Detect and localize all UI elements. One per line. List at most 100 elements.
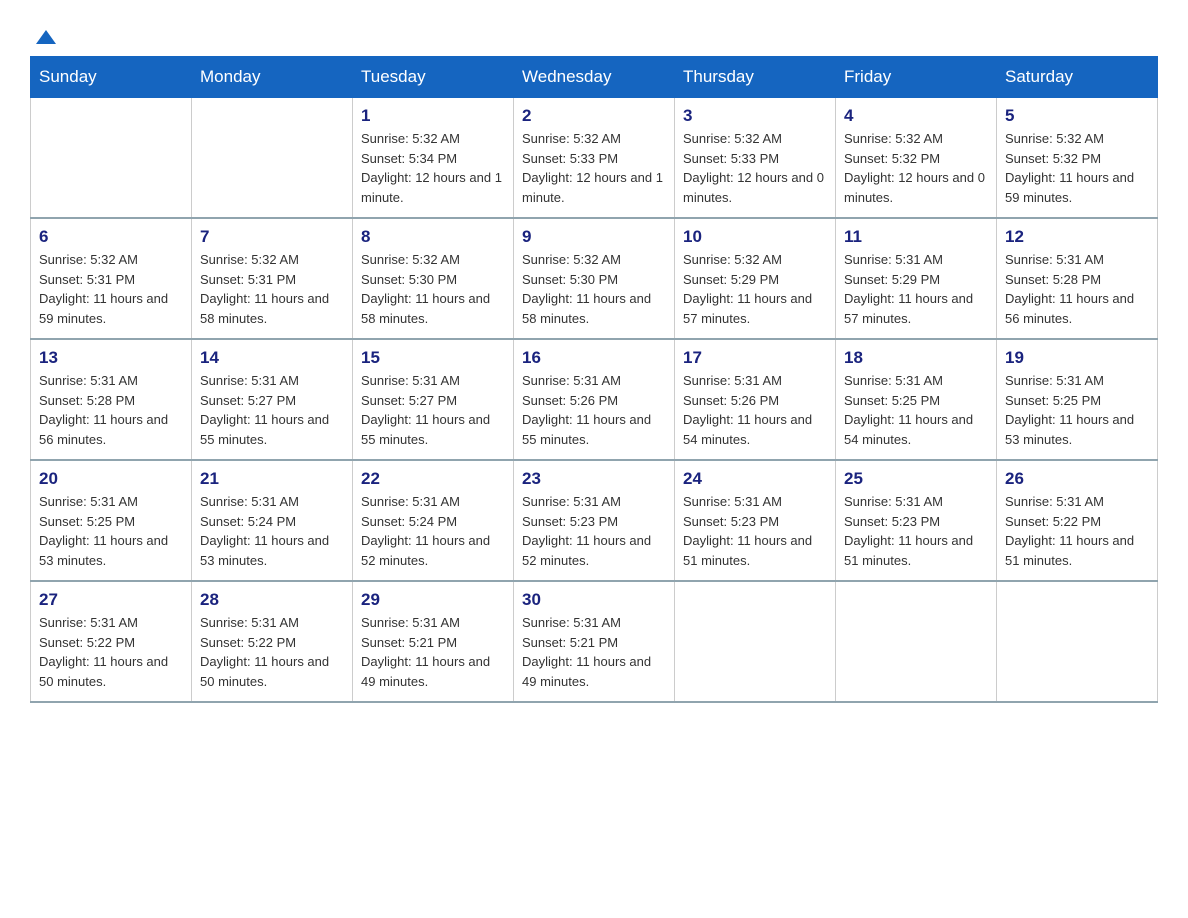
calendar-cell: 21 Sunrise: 5:31 AMSunset: 5:24 PMDayligh… <box>192 460 353 581</box>
cell-sun-info: Sunrise: 5:31 AMSunset: 5:22 PMDaylight:… <box>39 613 183 691</box>
cell-sun-info: Sunrise: 5:32 AMSunset: 5:30 PMDaylight:… <box>361 250 505 328</box>
calendar-header: SundayMondayTuesdayWednesdayThursdayFrid… <box>31 57 1158 98</box>
cell-sun-info: Sunrise: 5:32 AMSunset: 5:32 PMDaylight:… <box>1005 129 1149 207</box>
cell-sun-info: Sunrise: 5:31 AMSunset: 5:23 PMDaylight:… <box>683 492 827 570</box>
cell-day-number: 10 <box>683 227 827 247</box>
calendar-cell: 5 Sunrise: 5:32 AMSunset: 5:32 PMDaylight… <box>997 98 1158 219</box>
cell-sun-info: Sunrise: 5:31 AMSunset: 5:21 PMDaylight:… <box>361 613 505 691</box>
calendar-cell: 8Sunrise: 5:32 AMSunset: 5:30 PMDaylight… <box>353 218 514 339</box>
calendar-cell: 30 Sunrise: 5:31 AMSunset: 5:21 PMDayligh… <box>514 581 675 702</box>
cell-day-number: 27 <box>39 590 183 610</box>
calendar-cell: 15 Sunrise: 5:31 AMSunset: 5:27 PMDayligh… <box>353 339 514 460</box>
cell-day-number: 20 <box>39 469 183 489</box>
calendar-week-4: 20 Sunrise: 5:31 AMSunset: 5:25 PMDayligh… <box>31 460 1158 581</box>
calendar-cell: 3 Sunrise: 5:32 AMSunset: 5:33 PMDaylight… <box>675 98 836 219</box>
calendar-cell: 11Sunrise: 5:31 AMSunset: 5:29 PMDayligh… <box>836 218 997 339</box>
calendar-cell <box>997 581 1158 702</box>
cell-day-number: 29 <box>361 590 505 610</box>
calendar-cell: 20 Sunrise: 5:31 AMSunset: 5:25 PMDayligh… <box>31 460 192 581</box>
cell-sun-info: Sunrise: 5:31 AMSunset: 5:28 PMDaylight:… <box>1005 250 1149 328</box>
cell-sun-info: Sunrise: 5:31 AMSunset: 5:25 PMDaylight:… <box>39 492 183 570</box>
logo <box>30 20 60 46</box>
cell-sun-info: Sunrise: 5:31 AMSunset: 5:22 PMDaylight:… <box>200 613 344 691</box>
cell-sun-info: Sunrise: 5:32 AMSunset: 5:30 PMDaylight:… <box>522 250 666 328</box>
cell-day-number: 5 <box>1005 106 1149 126</box>
calendar-cell: 24 Sunrise: 5:31 AMSunset: 5:23 PMDayligh… <box>675 460 836 581</box>
calendar-cell: 4Sunrise: 5:32 AMSunset: 5:32 PMDaylight… <box>836 98 997 219</box>
cell-day-number: 30 <box>522 590 666 610</box>
cell-sun-info: Sunrise: 5:32 AMSunset: 5:29 PMDaylight:… <box>683 250 827 328</box>
weekday-header-thursday: Thursday <box>675 57 836 98</box>
calendar-week-1: 1Sunrise: 5:32 AMSunset: 5:34 PMDaylight… <box>31 98 1158 219</box>
cell-day-number: 19 <box>1005 348 1149 368</box>
cell-day-number: 16 <box>522 348 666 368</box>
calendar-cell: 18 Sunrise: 5:31 AMSunset: 5:25 PMDayligh… <box>836 339 997 460</box>
cell-sun-info: Sunrise: 5:31 AMSunset: 5:25 PMDaylight:… <box>1005 371 1149 449</box>
cell-day-number: 18 <box>844 348 988 368</box>
cell-day-number: 3 <box>683 106 827 126</box>
cell-day-number: 15 <box>361 348 505 368</box>
cell-day-number: 21 <box>200 469 344 489</box>
cell-sun-info: Sunrise: 5:31 AMSunset: 5:27 PMDaylight:… <box>200 371 344 449</box>
cell-day-number: 28 <box>200 590 344 610</box>
cell-day-number: 14 <box>200 348 344 368</box>
weekday-header-wednesday: Wednesday <box>514 57 675 98</box>
cell-day-number: 23 <box>522 469 666 489</box>
calendar-cell: 27 Sunrise: 5:31 AMSunset: 5:22 PMDayligh… <box>31 581 192 702</box>
calendar-cell: 13 Sunrise: 5:31 AMSunset: 5:28 PMDayligh… <box>31 339 192 460</box>
calendar-cell: 19 Sunrise: 5:31 AMSunset: 5:25 PMDayligh… <box>997 339 1158 460</box>
calendar-cell <box>192 98 353 219</box>
cell-sun-info: Sunrise: 5:31 AMSunset: 5:24 PMDaylight:… <box>200 492 344 570</box>
calendar-cell: 14 Sunrise: 5:31 AMSunset: 5:27 PMDayligh… <box>192 339 353 460</box>
calendar-cell: 17Sunrise: 5:31 AMSunset: 5:26 PMDayligh… <box>675 339 836 460</box>
logo-icon <box>32 22 60 50</box>
cell-sun-info: Sunrise: 5:31 AMSunset: 5:27 PMDaylight:… <box>361 371 505 449</box>
cell-day-number: 7 <box>200 227 344 247</box>
calendar-cell: 12 Sunrise: 5:31 AMSunset: 5:28 PMDayligh… <box>997 218 1158 339</box>
cell-day-number: 6 <box>39 227 183 247</box>
cell-sun-info: Sunrise: 5:32 AMSunset: 5:34 PMDaylight:… <box>361 129 505 207</box>
calendar-week-2: 6 Sunrise: 5:32 AMSunset: 5:31 PMDaylight… <box>31 218 1158 339</box>
calendar-cell: 2 Sunrise: 5:32 AMSunset: 5:33 PMDaylight… <box>514 98 675 219</box>
cell-day-number: 17 <box>683 348 827 368</box>
cell-day-number: 11 <box>844 227 988 247</box>
cell-sun-info: Sunrise: 5:31 AMSunset: 5:26 PMDaylight:… <box>522 371 666 449</box>
calendar-cell <box>675 581 836 702</box>
cell-day-number: 25 <box>844 469 988 489</box>
weekday-header-monday: Monday <box>192 57 353 98</box>
cell-day-number: 13 <box>39 348 183 368</box>
cell-sun-info: Sunrise: 5:31 AMSunset: 5:21 PMDaylight:… <box>522 613 666 691</box>
cell-sun-info: Sunrise: 5:32 AMSunset: 5:31 PMDaylight:… <box>39 250 183 328</box>
calendar-cell: 26Sunrise: 5:31 AMSunset: 5:22 PMDayligh… <box>997 460 1158 581</box>
weekday-header-tuesday: Tuesday <box>353 57 514 98</box>
cell-day-number: 12 <box>1005 227 1149 247</box>
calendar-cell: 9 Sunrise: 5:32 AMSunset: 5:30 PMDaylight… <box>514 218 675 339</box>
cell-day-number: 9 <box>522 227 666 247</box>
weekday-header-sunday: Sunday <box>31 57 192 98</box>
cell-sun-info: Sunrise: 5:32 AMSunset: 5:31 PMDaylight:… <box>200 250 344 328</box>
weekday-header-friday: Friday <box>836 57 997 98</box>
cell-sun-info: Sunrise: 5:32 AMSunset: 5:33 PMDaylight:… <box>683 129 827 207</box>
cell-sun-info: Sunrise: 5:31 AMSunset: 5:25 PMDaylight:… <box>844 371 988 449</box>
cell-sun-info: Sunrise: 5:31 AMSunset: 5:23 PMDaylight:… <box>844 492 988 570</box>
weekday-row: SundayMondayTuesdayWednesdayThursdayFrid… <box>31 57 1158 98</box>
cell-day-number: 22 <box>361 469 505 489</box>
cell-sun-info: Sunrise: 5:31 AMSunset: 5:28 PMDaylight:… <box>39 371 183 449</box>
cell-sun-info: Sunrise: 5:32 AMSunset: 5:32 PMDaylight:… <box>844 129 988 207</box>
cell-sun-info: Sunrise: 5:31 AMSunset: 5:23 PMDaylight:… <box>522 492 666 570</box>
calendar-body: 1Sunrise: 5:32 AMSunset: 5:34 PMDaylight… <box>31 98 1158 703</box>
weekday-header-saturday: Saturday <box>997 57 1158 98</box>
calendar-cell: 1Sunrise: 5:32 AMSunset: 5:34 PMDaylight… <box>353 98 514 219</box>
calendar-cell: 22Sunrise: 5:31 AMSunset: 5:24 PMDayligh… <box>353 460 514 581</box>
page-header <box>30 20 1158 46</box>
calendar-cell: 10 Sunrise: 5:32 AMSunset: 5:29 PMDayligh… <box>675 218 836 339</box>
cell-day-number: 24 <box>683 469 827 489</box>
calendar-cell <box>31 98 192 219</box>
cell-day-number: 2 <box>522 106 666 126</box>
calendar-cell: 6 Sunrise: 5:32 AMSunset: 5:31 PMDaylight… <box>31 218 192 339</box>
calendar-cell: 16 Sunrise: 5:31 AMSunset: 5:26 PMDayligh… <box>514 339 675 460</box>
cell-sun-info: Sunrise: 5:32 AMSunset: 5:33 PMDaylight:… <box>522 129 666 207</box>
calendar-table: SundayMondayTuesdayWednesdayThursdayFrid… <box>30 56 1158 703</box>
calendar-cell <box>836 581 997 702</box>
calendar-cell: 29 Sunrise: 5:31 AMSunset: 5:21 PMDayligh… <box>353 581 514 702</box>
